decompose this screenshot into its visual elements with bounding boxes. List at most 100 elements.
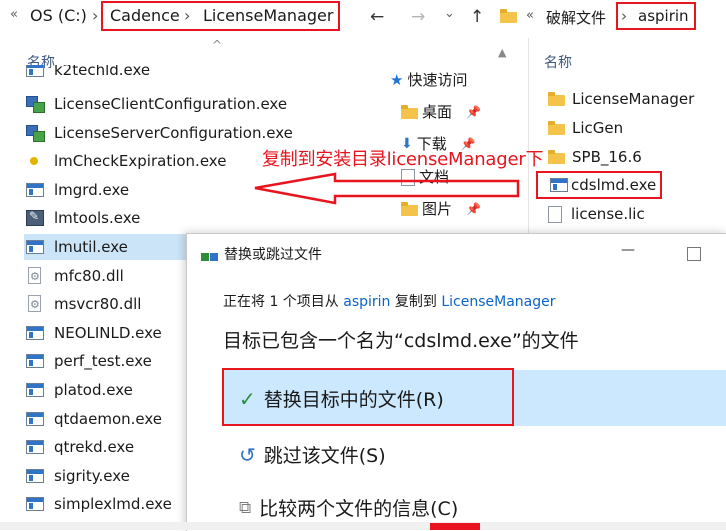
highlight-box-destination-path [101,1,340,31]
file-row[interactable]: NEOLINLD.exe [24,320,174,346]
file-row[interactable]: msvcr80.dll [24,291,174,317]
file-row[interactable]: license.lic [548,205,645,223]
file-row[interactable]: platod.exe [24,377,174,403]
breadcrumb-overflow[interactable]: « [526,8,534,23]
file-name: perf_test.exe [54,352,152,370]
forward-arrow-icon[interactable]: → [411,7,425,27]
file-row[interactable]: qtrekd.exe [24,434,174,460]
file-name: simplexlmd.exe [54,495,172,513]
file-row[interactable]: perf_test.exe [24,348,174,374]
file-name: sigrity.exe [54,467,130,485]
file-row[interactable]: simplexlmd.exe [24,491,179,517]
network-config-icon [24,95,46,113]
folder-icon [548,150,565,164]
file-row[interactable]: SPB_16.6 [548,148,642,166]
file-name: k2techld.exe [54,65,151,79]
file-name: LicGen [572,119,624,137]
copy-status-line: 正在将 1 个项目从 aspirin 复制到 LicenseManager [223,291,556,311]
highlight-box-source-file [536,171,662,199]
back-arrow-icon[interactable]: ← [370,7,384,27]
compare-label: 比较两个文件的信息(C) [259,498,459,520]
exe-icon [24,65,46,79]
breadcrumb-parent[interactable]: 破解文件 [546,7,606,28]
folder-icon [548,121,565,135]
file-row[interactable]: sigrity.exe [24,463,174,489]
exe-icon [24,238,46,256]
file-row-selected[interactable]: lmutil.exe [24,234,204,260]
file-row[interactable]: lmCheckExpiration.exe [24,148,274,174]
taskbar-indicator [430,523,480,530]
file-row[interactable]: LicenseClientConfiguration.exe [24,91,287,117]
file-row[interactable]: LicenseManager [548,90,694,108]
file-name: LicenseClientConfiguration.exe [54,95,288,113]
scroll-up-icon[interactable]: ▲ [498,46,506,59]
exe-icon [24,438,46,456]
compare-button[interactable]: ⧉ 比较两个文件的信息(C) [239,494,458,521]
skip-arrow-icon: ↺ [239,442,256,467]
breadcrumb-separator: › [92,6,99,25]
exe-icon [24,381,46,399]
dll-icon [24,295,46,313]
skip-button[interactable]: ↺ 跳过该文件(S) [239,441,386,468]
status-prefix: 正在将 1 个项目从 [223,294,344,310]
dialog-title: 替换或跳过文件 [224,247,322,263]
highlight-box-replace [222,368,514,426]
replace-or-skip-dialog: 替换或跳过文件 — 正在将 1 个项目从 aspirin 复制到 License… [186,233,726,531]
file-name: platod.exe [54,381,133,399]
arrow-outline [254,172,520,205]
maximize-button[interactable] [687,247,701,261]
quick-access-header[interactable]: ★ 快速访问 [390,69,467,90]
dll-icon [24,267,46,285]
exe-icon [24,324,46,342]
folder-icon [500,8,517,27]
lmtools-icon [24,209,46,227]
file-icon [548,205,563,223]
yellow-dot-icon [24,152,46,170]
exe-icon [24,181,46,199]
exe-icon [24,495,46,513]
file-name: qtdaemon.exe [54,410,163,428]
dialog-app-icon [201,246,218,265]
file-name: NEOLINLD.exe [54,324,162,342]
source-folder-link[interactable]: aspirin [343,294,390,310]
column-header-name[interactable]: 名称 [544,52,572,72]
status-middle: 复制到 [390,294,442,310]
compare-icon: ⧉ [239,497,252,518]
sort-ascending-icon: ^ [212,38,223,52]
breadcrumb-overflow[interactable]: « [10,7,18,22]
file-row[interactable]: lmgrd.exe [24,177,274,203]
minimize-button[interactable]: — [621,242,635,258]
file-name: LicenseServerConfiguration.exe [54,124,293,142]
skip-label: 跳过该文件(S) [263,445,386,467]
target-folder-link[interactable]: LicenseManager [441,294,555,310]
file-name: qtrekd.exe [54,438,135,456]
file-row[interactable]: LicenseServerConfiguration.exe [24,120,293,146]
folder-icon [548,92,565,106]
file-name: msvcr80.dll [54,295,142,313]
file-row[interactable]: LicGen [548,119,623,137]
file-name: lmgrd.exe [54,181,130,199]
quick-access-item-label: 桌面 [422,103,453,121]
pin-icon[interactable]: 📌 [466,105,481,119]
file-row[interactable]: k2techld.exe [24,65,274,83]
file-name: lmtools.exe [54,209,141,227]
quick-access-item-desktop[interactable]: 桌面 📌 [401,101,481,122]
network-config-icon [24,124,46,142]
file-name: lmutil.exe [54,238,128,256]
file-name: LicenseManager [572,90,695,108]
quick-access-label: 快速访问 [407,71,468,89]
file-row[interactable]: mfc80.dll [24,263,174,289]
file-name: SPB_16.6 [572,148,642,166]
up-arrow-icon[interactable]: ↑ [470,7,484,27]
file-name: license.lic [571,205,645,223]
file-row[interactable]: qtdaemon.exe [24,406,174,432]
recent-locations-chevron-icon[interactable]: ⌄ [444,6,455,21]
file-row[interactable]: lmtools.exe [24,205,274,231]
file-name: lmCheckExpiration.exe [54,152,227,170]
breadcrumb-drive[interactable]: OS (C:) [30,6,87,25]
desktop-folder-icon [401,104,418,119]
exe-icon [24,467,46,485]
exe-icon [24,410,46,428]
file-name: mfc80.dll [54,267,124,285]
bottom-strip [0,522,726,530]
